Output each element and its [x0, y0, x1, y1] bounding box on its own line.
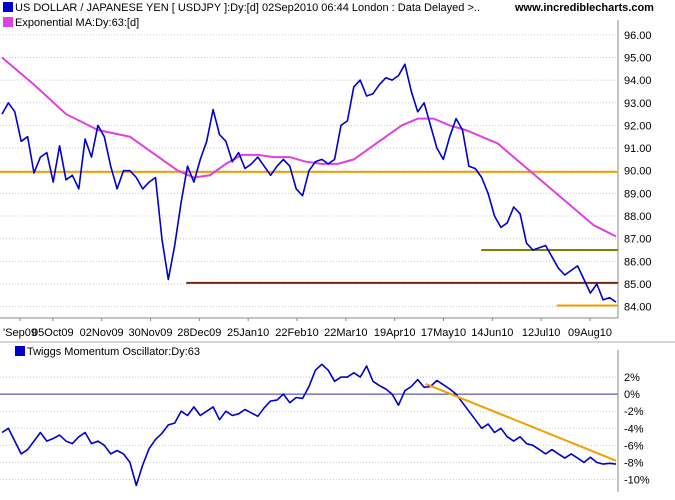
ma-legend: Exponential MA:Dy:63:[d] [3, 17, 139, 29]
oscillator-trendline [425, 382, 617, 462]
momentum-oscillator-line [1, 363, 617, 487]
oscillator-legend-swatch [15, 346, 25, 356]
instrument-title-text: US DOLLAR / JAPANESE YEN [ USDJPY ]:Dy:[… [15, 2, 481, 14]
oscillator-y-tick-labels: 2% 0% -2% -4% -6% -8% -10% [624, 372, 650, 486]
price-y-tick-label: 94.00 [624, 75, 652, 87]
ma-legend-label: Exponential MA:Dy:63:[d] [15, 17, 140, 29]
x-tick-label: 28Dec09 [177, 327, 221, 339]
price-y-tick-label: 90.00 [624, 166, 652, 178]
price-panel-grid [0, 20, 619, 319]
price-y-tick-label: 85.00 [624, 279, 652, 291]
price-series-group [1, 56, 617, 303]
oscillator-y-tick-label: -6% [624, 440, 644, 452]
price-y-tick-label: 93.00 [624, 98, 652, 110]
oscillator-y-tick-label: 0% [624, 389, 640, 401]
x-tick-label: 30Nov09 [128, 327, 172, 339]
oscillator-y-tick-label: -4% [624, 423, 644, 435]
oscillator-legend-label: Twiggs Momentum Oscillator:Dy:63 [27, 346, 200, 358]
oscillator-y-tick-label: -2% [624, 406, 644, 418]
x-tick-label: 09Aug10 [568, 327, 612, 339]
ma-legend-swatch [3, 17, 13, 27]
x-tick-label: 17May10 [421, 327, 466, 339]
x-tick-label: 22Mar10 [324, 327, 367, 339]
price-y-tick-label: 89.00 [624, 188, 652, 200]
x-tick-label: 19Apr10 [374, 327, 416, 339]
website-link[interactable]: www.incrediblecharts.com [515, 2, 654, 14]
oscillator-y-tick-label: -8% [624, 457, 644, 469]
oscillator-y-tick-label: -10% [624, 474, 650, 486]
x-tick-labels: 'Sep0905Oct09 02Nov09 30Nov09 28Dec09 25Jan1… [3, 318, 612, 339]
price-y-tick-label: 88.00 [624, 211, 652, 223]
price-y-tick-label: 84.00 [624, 302, 652, 314]
price-y-tick-label: 91.00 [624, 143, 652, 155]
x-tick-label: 22Feb10 [275, 327, 318, 339]
x-tick-label: 25Jan10 [227, 327, 269, 339]
x-tick-label: 05Oct09 [32, 327, 74, 339]
price-y-tick-label: 95.00 [624, 52, 652, 64]
usdjpy-chart: 84.00 85.00 86.00 87.00 88.00 89.00 90.00 91.00… [0, 20, 675, 492]
x-tick-label: 12Jul10 [522, 327, 561, 339]
x-tick-label: 02Nov09 [80, 327, 124, 339]
price-y-tick-label: 87.00 [624, 234, 652, 246]
oscillator-y-tick-label: 2% [624, 372, 640, 384]
usdjpy-price-line [1, 63, 617, 303]
price-y-tick-label: 92.00 [624, 120, 652, 132]
price-y-tick-label: 96.00 [624, 30, 652, 42]
instrument-title: US DOLLAR / JAPANESE YEN [ USDJPY ]:Dy:[… [3, 2, 480, 14]
oscillator-legend: Twiggs Momentum Oscillator:Dy:63 [15, 346, 200, 358]
price-y-tick-label: 86.00 [624, 256, 652, 268]
oscillator-series-group [1, 363, 617, 487]
x-tick-label: 14Jun10 [471, 327, 513, 339]
price-y-tick-labels: 84.00 85.00 86.00 87.00 88.00 89.00 90.00 91.00… [624, 30, 652, 314]
price-legend-swatch [3, 2, 13, 12]
oscillator-panel-grid [0, 341, 675, 492]
